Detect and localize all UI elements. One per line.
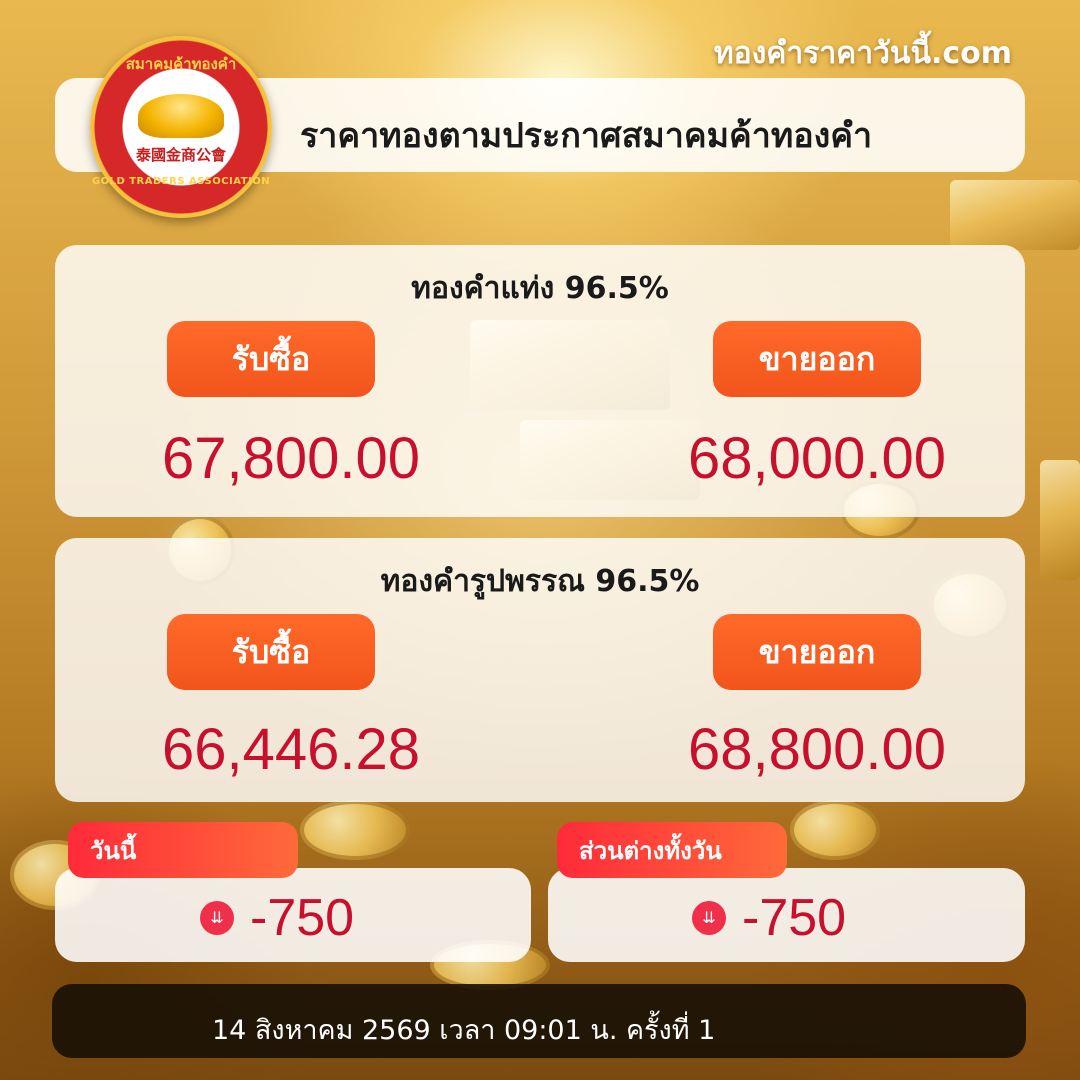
logo-english-text: GOLD TRADERS ASSOCIATION (91, 176, 271, 187)
gold-bar-title: ทองคำแท่ง 96.5% (411, 271, 669, 306)
double-chevron-down-icon: ⇊ (200, 901, 234, 935)
gold-bar-panel: ทองคำแท่ง 96.5% รับซื้อ ขายออก 67,800.00… (55, 245, 1025, 517)
site-url: ทองคำราคาวันนี้.com (713, 36, 1012, 71)
today-change-value-group: ⇊ -750 (200, 888, 354, 948)
gold-bar-buy-label: รับซื้อ (167, 321, 375, 397)
gold-traders-association-logo: สมาคมค้าทองคำ 泰國金商公會 GOLD TRADERS ASSOCI… (90, 36, 272, 218)
gold-ornament-sell-label: ขายออก (713, 614, 921, 690)
day-diff-value-group: ⇊ -750 (692, 888, 846, 948)
day-diff-value: -750 (742, 889, 847, 947)
gold-bar-sell-label: ขายออก (713, 321, 921, 397)
logo-chinese-text: 泰國金商公會 (135, 146, 226, 164)
gold-ornament-buy-label: รับซื้อ (167, 614, 375, 690)
gold-bar-buy-price: 67,800.00 (161, 426, 421, 491)
today-change-value: -750 (250, 889, 355, 947)
gold-ornament-title: ทองคำรูปพรรณ 96.5% (380, 564, 700, 599)
gold-bar-sell-price: 68,000.00 (687, 426, 947, 491)
day-diff-label: ส่วนต่างทั้งวัน (557, 822, 787, 878)
gold-ornament-panel: ทองคำรูปพรรณ 96.5% รับซื้อ ขายออก 66,446… (55, 538, 1025, 802)
gold-ingot-icon (138, 94, 224, 138)
gold-ornament-sell-price: 68,800.00 (687, 717, 947, 782)
background-coin (300, 800, 410, 860)
background-coin (790, 800, 880, 860)
page-title: ราคาทองตามประกาศสมาคมค้าทองคำ (300, 116, 873, 156)
double-chevron-down-icon: ⇊ (692, 901, 726, 935)
gold-ornament-buy-price: 66,446.28 (161, 717, 421, 782)
logo-thai-text: สมาคมค้าทองคำ (125, 55, 237, 73)
today-change-label: วันนี้ (68, 822, 298, 878)
footer-timestamp: 14 สิงหาคม 2569 เวลา 09:01 น. ครั้งที่ 1 (212, 1015, 716, 1046)
background-gold-bar (950, 180, 1080, 250)
background-gold-bar (1040, 460, 1080, 580)
